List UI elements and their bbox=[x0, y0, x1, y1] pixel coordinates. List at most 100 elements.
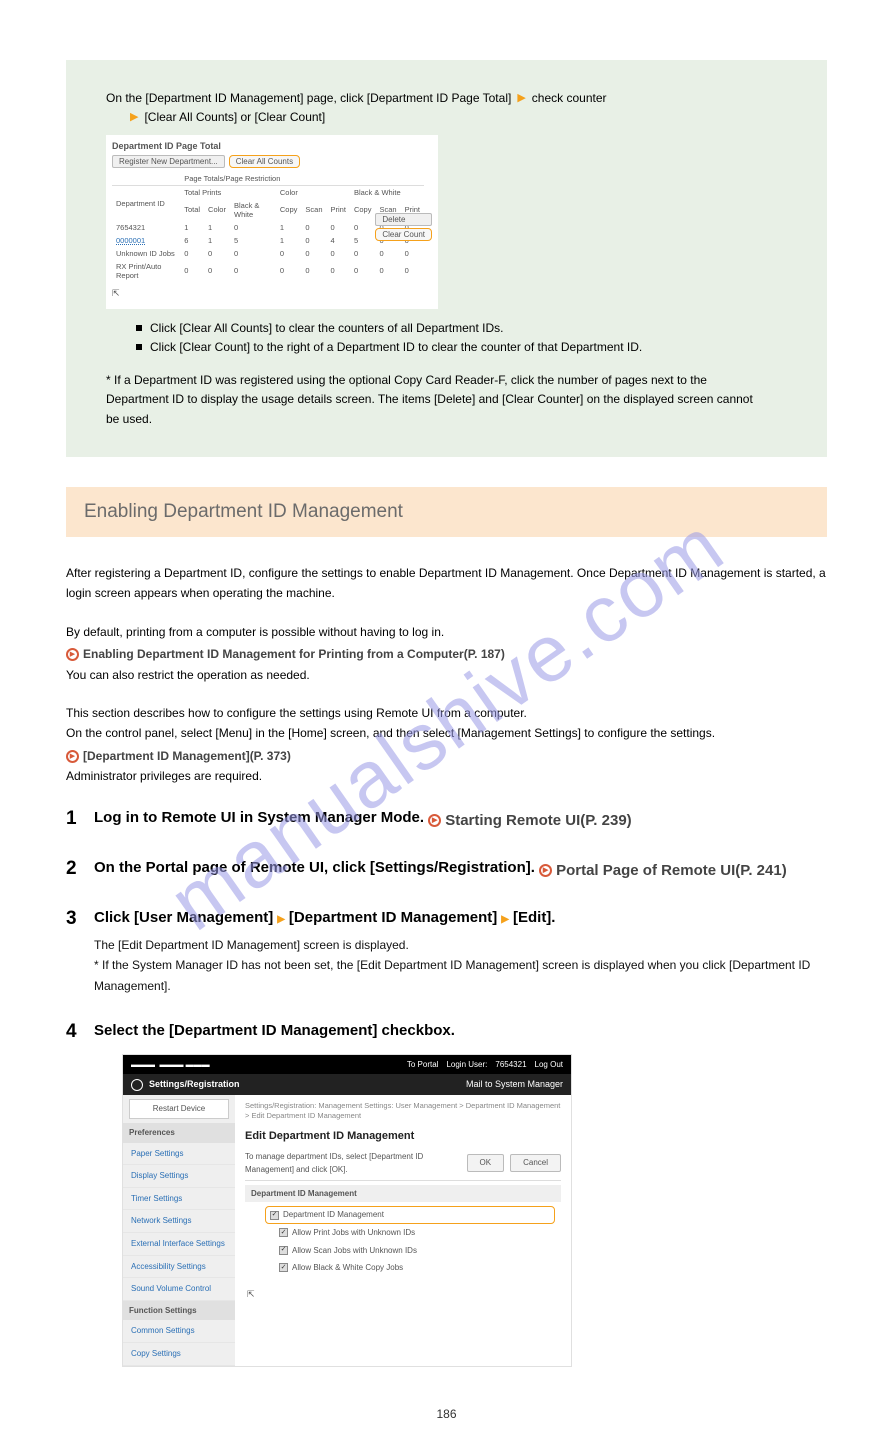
delete-button[interactable]: Delete bbox=[375, 213, 432, 226]
checkbox-label: Allow Print Jobs with Unknown IDs bbox=[292, 1226, 415, 1240]
checkbox-label: Allow Black & White Copy Jobs bbox=[292, 1261, 403, 1275]
scroll-top-icon[interactable]: ⇱ bbox=[245, 1287, 561, 1302]
deptid-mgmt-checkbox-row[interactable]: ✓ Department ID Management bbox=[265, 1206, 555, 1224]
list-item: Click [Clear All Counts] to clear the co… bbox=[136, 319, 809, 338]
steps-list: Log in to Remote UI in System Manager Mo… bbox=[66, 805, 827, 1367]
th-sub: Color bbox=[204, 199, 230, 221]
body-para: This section describes how to configure … bbox=[66, 703, 827, 787]
screenshot-page-totals: Department ID Page Total Register New De… bbox=[106, 135, 438, 309]
clear-all-counts-button[interactable]: Clear All Counts bbox=[229, 155, 300, 168]
section-header: Department ID Management bbox=[245, 1185, 561, 1203]
checkbox-icon[interactable]: ✓ bbox=[279, 1228, 288, 1237]
login-user-value: 7654321 bbox=[495, 1058, 526, 1072]
body-text: You can also restrict the operation as n… bbox=[66, 668, 310, 682]
triangle-icon: ▶ bbox=[130, 110, 138, 126]
th-sub: Black & White bbox=[230, 199, 276, 221]
th-color: Color bbox=[276, 185, 350, 199]
step-sub: The [Edit Department ID Management] scre… bbox=[94, 935, 827, 955]
triangle-icon: ▶ bbox=[273, 914, 289, 925]
register-dept-button[interactable]: Register New Department... bbox=[112, 155, 225, 168]
th-sub: Print bbox=[327, 199, 350, 221]
body-text: Administrator privileges are required. bbox=[66, 769, 262, 783]
link-text: [Department ID Management](P. 373) bbox=[83, 746, 291, 766]
body-text: check counter bbox=[532, 90, 607, 107]
sidebar-item[interactable]: Network Settings bbox=[123, 1210, 235, 1233]
sidebar-item[interactable]: External Interface Settings bbox=[123, 1233, 235, 1256]
sidebar-item[interactable]: Paper Settings bbox=[123, 1143, 235, 1166]
step-item: Click [User Management]▶[Department ID M… bbox=[66, 905, 827, 996]
body-text: [Clear All Counts] or [Clear Count] bbox=[144, 109, 325, 126]
shot1-title: Department ID Page Total bbox=[112, 141, 424, 151]
checkbox-row[interactable]: ✓ Allow Scan Jobs with Unknown IDs bbox=[279, 1242, 555, 1260]
step-item: Log in to Remote UI in System Manager Mo… bbox=[66, 805, 827, 833]
mail-link[interactable]: Mail to System Manager bbox=[466, 1077, 563, 1092]
checkbox-row[interactable]: ✓ Allow Black & White Copy Jobs bbox=[279, 1259, 555, 1277]
th-page-totals: Page Totals/Page Restriction bbox=[180, 172, 424, 186]
play-icon: ▶ bbox=[428, 814, 441, 827]
sidebar-item[interactable]: Sound Volume Control bbox=[123, 1278, 235, 1301]
to-portal-link[interactable]: To Portal bbox=[407, 1058, 439, 1072]
sidebar-item[interactable]: Copy Settings bbox=[123, 1343, 235, 1366]
breadcrumb: Settings/Registration: Management Settin… bbox=[245, 1101, 561, 1121]
gear-icon bbox=[131, 1079, 143, 1091]
cross-ref-link[interactable]: ▶ Enabling Department ID Management for … bbox=[66, 644, 505, 664]
screenshot-edit-deptid: ▬▬▬ ▬▬▬ ▬▬▬ To Portal Login User: 765432… bbox=[122, 1054, 572, 1367]
step-note: * If the System Manager ID has not been … bbox=[94, 955, 827, 996]
cross-ref-link[interactable]: ▶ [Department ID Management](P. 373) bbox=[66, 746, 291, 766]
link-text: Portal Page of Remote UI(P. 241) bbox=[556, 858, 787, 884]
link-text: Starting Remote UI(P. 239) bbox=[445, 808, 631, 834]
list-item: Click [Clear Count] to the right of a De… bbox=[136, 338, 809, 357]
body-text: On the control panel, select [Menu] in t… bbox=[66, 726, 715, 740]
body-para: By default, printing from a computer is … bbox=[66, 622, 827, 685]
checkbox-icon[interactable]: ✓ bbox=[279, 1263, 288, 1272]
sidebar-item[interactable]: Display Settings bbox=[123, 1165, 235, 1188]
cell-deptid-link[interactable]: 0000001 bbox=[112, 234, 180, 247]
checkbox-icon[interactable]: ✓ bbox=[270, 1211, 279, 1220]
sidebar-header: Preferences bbox=[123, 1123, 235, 1143]
shot2-sidebar: Restart Device Preferences Paper Setting… bbox=[123, 1095, 235, 1365]
checkbox-label: Allow Scan Jobs with Unknown IDs bbox=[292, 1244, 417, 1258]
play-icon: ▶ bbox=[539, 864, 552, 877]
instruction-text: To manage department IDs, select [Depart… bbox=[245, 1150, 467, 1177]
th-totalprints: Total Prints bbox=[180, 185, 276, 199]
green-note: * If a Department ID was registered usin… bbox=[106, 371, 809, 429]
subbar-title: Settings/Registration bbox=[149, 1077, 240, 1092]
green-bullet-list: Click [Clear All Counts] to clear the co… bbox=[136, 319, 809, 357]
shot2-topbar: ▬▬▬ ▬▬▬ ▬▬▬ To Portal Login User: 765432… bbox=[123, 1055, 571, 1075]
restart-device-button[interactable]: Restart Device bbox=[129, 1099, 229, 1119]
ok-button[interactable]: OK bbox=[467, 1154, 505, 1172]
sidebar-header: Function Settings bbox=[123, 1301, 235, 1321]
step-item: Select the [Department ID Management] ch… bbox=[66, 1018, 827, 1367]
step-title: Select the [Department ID Management] ch… bbox=[94, 1018, 827, 1044]
sidebar-item[interactable]: Timer Settings bbox=[123, 1188, 235, 1211]
checkbox-label: Department ID Management bbox=[283, 1208, 384, 1222]
checkbox-icon[interactable]: ✓ bbox=[279, 1246, 288, 1255]
sidebar-item[interactable]: Common Settings bbox=[123, 1320, 235, 1343]
sidebar-item[interactable]: Accessibility Settings bbox=[123, 1256, 235, 1279]
checkbox-row[interactable]: ✓ Allow Print Jobs with Unknown IDs bbox=[279, 1224, 555, 1242]
body-text: By default, printing from a computer is … bbox=[66, 625, 444, 639]
table-row: RX Print/Auto Report 0 0 0 0 0 0 0 0 0 bbox=[112, 260, 424, 282]
clear-count-button[interactable]: Clear Count bbox=[375, 228, 432, 241]
cancel-button[interactable]: Cancel bbox=[510, 1154, 561, 1172]
shot2-main: Settings/Registration: Management Settin… bbox=[235, 1095, 571, 1365]
play-icon: ▶ bbox=[66, 648, 79, 661]
logout-link[interactable]: Log Out bbox=[535, 1058, 563, 1072]
step-title: On the Portal page of Remote UI, click [… bbox=[94, 859, 539, 876]
section-heading: Enabling Department ID Management bbox=[66, 487, 827, 537]
cross-ref-link[interactable]: ▶ Portal Page of Remote UI(P. 241) bbox=[539, 858, 787, 884]
cell-deptid: 7654321 bbox=[112, 221, 180, 234]
step-title: Click [User Management]▶[Department ID M… bbox=[94, 905, 827, 931]
green-line2: ▶ [Clear All Counts] or [Clear Count] bbox=[106, 109, 809, 126]
cell-deptid: Unknown ID Jobs bbox=[112, 247, 180, 260]
body-para: After registering a Department ID, confi… bbox=[66, 563, 827, 604]
triangle-icon: ▶ bbox=[517, 91, 525, 107]
green-line1: On the [Department ID Management] page, … bbox=[106, 90, 809, 107]
step-title: Log in to Remote UI in System Manager Mo… bbox=[94, 809, 428, 826]
play-icon: ▶ bbox=[66, 750, 79, 763]
link-text: Enabling Department ID Management for Pr… bbox=[83, 644, 505, 664]
cross-ref-link[interactable]: ▶ Starting Remote UI(P. 239) bbox=[428, 808, 631, 834]
page-title: Edit Department ID Management bbox=[245, 1127, 561, 1146]
shot2-subbar: Settings/Registration Mail to System Man… bbox=[123, 1074, 571, 1095]
scroll-top-icon[interactable]: ⇱ bbox=[112, 288, 424, 299]
